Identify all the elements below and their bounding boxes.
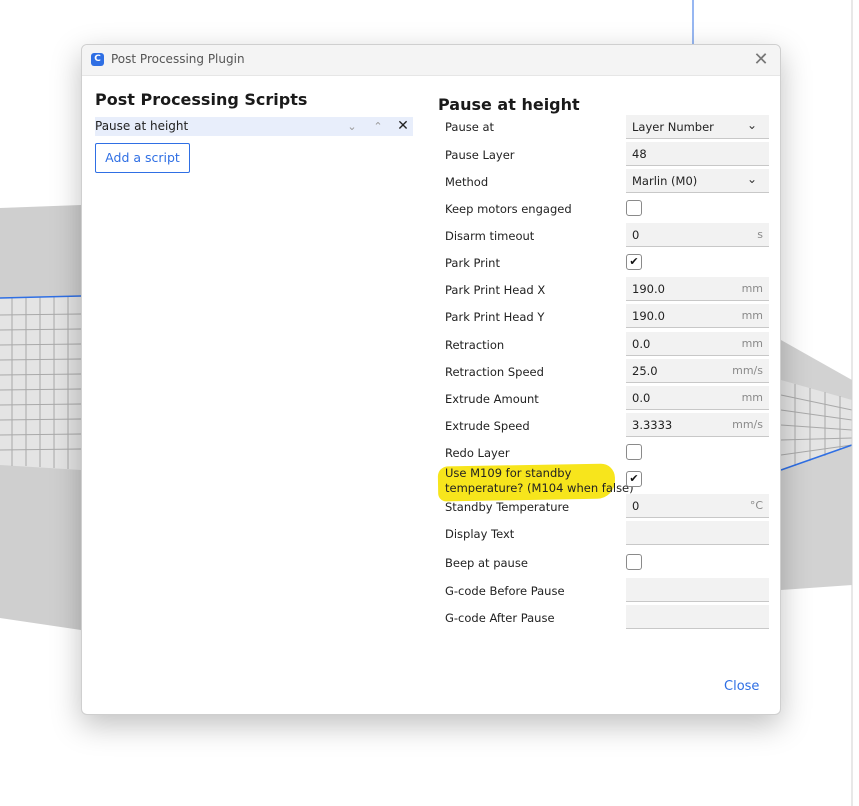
method-select[interactable]: Marlin (M0) ⌄ — [626, 169, 769, 193]
beep-checkbox[interactable] — [626, 554, 642, 570]
method-value: Marlin (M0) — [632, 174, 698, 188]
pause-at-select[interactable]: Layer Number ⌄ — [626, 115, 769, 139]
park-x-unit: mm — [741, 282, 763, 295]
retraction-input[interactable]: 0.0 mm — [626, 332, 769, 356]
disarm-timeout-value: 0 — [632, 228, 640, 242]
pause-at-label: Pause at — [445, 120, 495, 134]
standby-temp-value: 0 — [632, 499, 640, 513]
standby-temp-unit: °C — [749, 499, 763, 512]
use-m109-label-line1: Use M109 for standby — [445, 466, 572, 480]
park-y-value: 190.0 — [632, 309, 665, 323]
keep-motors-label: Keep motors engaged — [445, 202, 572, 216]
disarm-timeout-unit: s — [757, 228, 763, 241]
extrude-amount-label: Extrude Amount — [445, 392, 539, 406]
gcode-before-input[interactable] — [626, 578, 769, 602]
park-x-value: 190.0 — [632, 282, 665, 296]
extrude-speed-label: Extrude Speed — [445, 419, 530, 433]
park-print-label: Park Print — [445, 256, 500, 270]
park-y-label: Park Print Head Y — [445, 310, 545, 324]
park-x-input[interactable]: 190.0 mm — [626, 277, 769, 301]
pause-layer-label: Pause Layer — [445, 148, 515, 162]
chevron-down-icon: ⌄ — [746, 172, 757, 186]
park-x-label: Park Print Head X — [445, 283, 546, 297]
check-icon: ✔ — [629, 472, 639, 485]
use-m109-checkbox[interactable]: ✔ — [626, 471, 642, 487]
extrude-speed-value: 3.3333 — [632, 418, 673, 432]
park-print-checkbox[interactable]: ✔ — [626, 254, 642, 270]
gcode-before-label: G-code Before Pause — [445, 584, 565, 598]
redo-layer-label: Redo Layer — [445, 446, 510, 460]
extrude-amount-unit: mm — [741, 391, 763, 404]
extrude-amount-value: 0.0 — [632, 391, 651, 405]
script-settings: Pause at Layer Number ⌄ Pause Layer 48 M… — [82, 45, 780, 714]
display-text-label: Display Text — [445, 527, 515, 541]
extrude-speed-input[interactable]: 3.3333 mm/s — [626, 413, 769, 437]
retraction-speed-input[interactable]: 25.0 mm/s — [626, 359, 769, 383]
use-m109-label-line2: temperature? (M104 when false) — [445, 481, 634, 495]
gcode-after-label: G-code After Pause — [445, 611, 555, 625]
close-button[interactable]: Close — [724, 679, 759, 694]
extrude-amount-input[interactable]: 0.0 mm — [626, 386, 769, 410]
disarm-timeout-input[interactable]: 0 s — [626, 223, 769, 247]
retraction-speed-value: 25.0 — [632, 364, 658, 378]
chevron-down-icon: ⌄ — [746, 118, 757, 132]
disarm-timeout-label: Disarm timeout — [445, 229, 535, 243]
display-text-input[interactable] — [626, 521, 769, 545]
park-y-unit: mm — [741, 309, 763, 322]
redo-layer-checkbox[interactable] — [626, 444, 642, 460]
standby-temp-input[interactable]: 0 °C — [626, 494, 769, 518]
pause-at-value: Layer Number — [632, 120, 714, 134]
retraction-label: Retraction — [445, 338, 505, 352]
pause-layer-value: 48 — [632, 147, 647, 161]
keep-motors-checkbox[interactable] — [626, 200, 642, 216]
beep-label: Beep at pause — [445, 556, 528, 570]
gcode-after-input[interactable] — [626, 605, 769, 629]
park-y-input[interactable]: 190.0 mm — [626, 304, 769, 328]
pause-layer-input[interactable]: 48 — [626, 142, 769, 166]
check-icon: ✔ — [629, 255, 639, 268]
extrude-speed-unit: mm/s — [732, 418, 763, 431]
standby-temp-label: Standby Temperature — [445, 500, 570, 514]
retraction-speed-label: Retraction Speed — [445, 365, 544, 379]
retraction-unit: mm — [741, 337, 763, 350]
retraction-value: 0.0 — [632, 337, 651, 351]
method-label: Method — [445, 175, 489, 189]
retraction-speed-unit: mm/s — [732, 364, 763, 377]
post-processing-dialog: C Post Processing Plugin ✕ Post Processi… — [81, 44, 781, 715]
